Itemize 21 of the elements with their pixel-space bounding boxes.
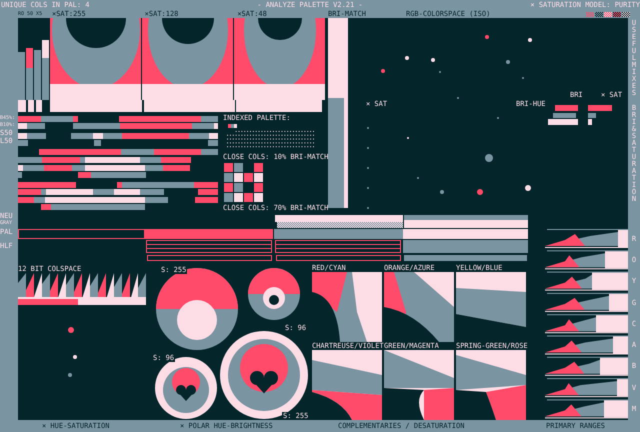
complementary-drawing xyxy=(384,272,454,342)
scatter-point xyxy=(440,190,444,194)
scatter-point xyxy=(485,154,493,162)
scatter-point xyxy=(506,60,510,64)
scatter-point xyxy=(431,58,435,62)
scatter-point xyxy=(405,56,409,60)
bar xyxy=(588,105,612,111)
scatter-point xyxy=(381,69,385,73)
complementary-drawing xyxy=(456,272,526,342)
scatter-point xyxy=(528,38,532,42)
scatter-point xyxy=(525,185,531,191)
scatter-point xyxy=(477,189,483,195)
scatter-point xyxy=(485,35,489,39)
color-pair-grid xyxy=(224,183,264,202)
color-dot xyxy=(68,373,72,377)
bar xyxy=(555,105,578,111)
bar-segment xyxy=(195,197,218,203)
complementary-drawing xyxy=(312,272,382,342)
color-pair-grid xyxy=(224,163,264,182)
color-dot xyxy=(68,327,74,333)
color-dot xyxy=(73,355,77,359)
